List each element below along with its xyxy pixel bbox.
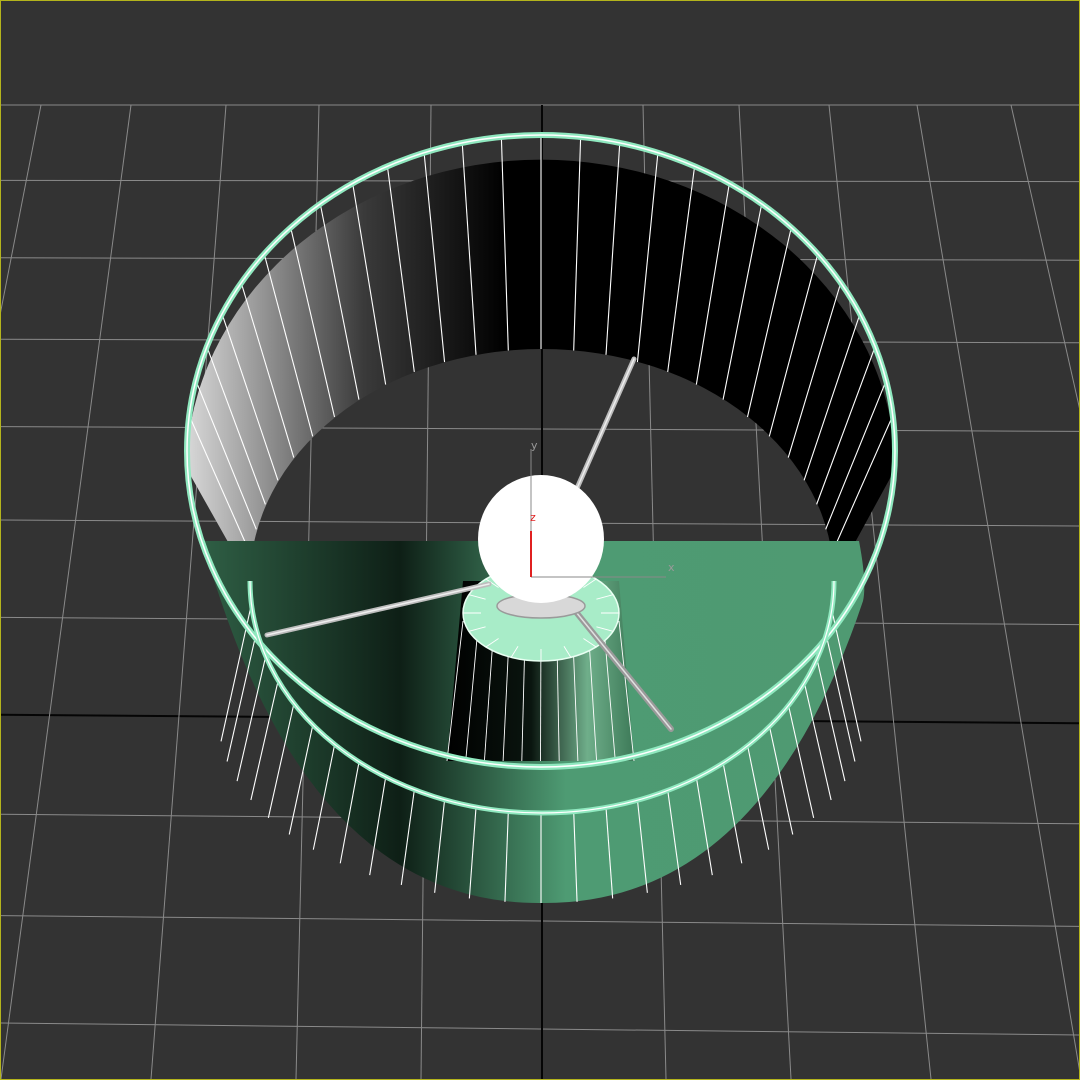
grid-line-horizontal [1,426,1079,432]
grid-line-vertical [916,104,1079,1071]
gizmo-z-label: z [530,511,536,524]
gizmo-x-label: x [668,561,675,574]
grid-line-horizontal [1,1022,1079,1036]
gizmo-y-label: y [531,439,538,452]
grid-line-vertical [1,104,132,1079]
viewport-scene[interactable]: x y z [1,1,1079,1079]
perspective-viewport[interactable]: x y z [0,0,1080,1080]
bulb-glass [478,475,604,603]
grid-line-vertical [150,104,227,1079]
grid-line-vertical [1010,104,1079,409]
